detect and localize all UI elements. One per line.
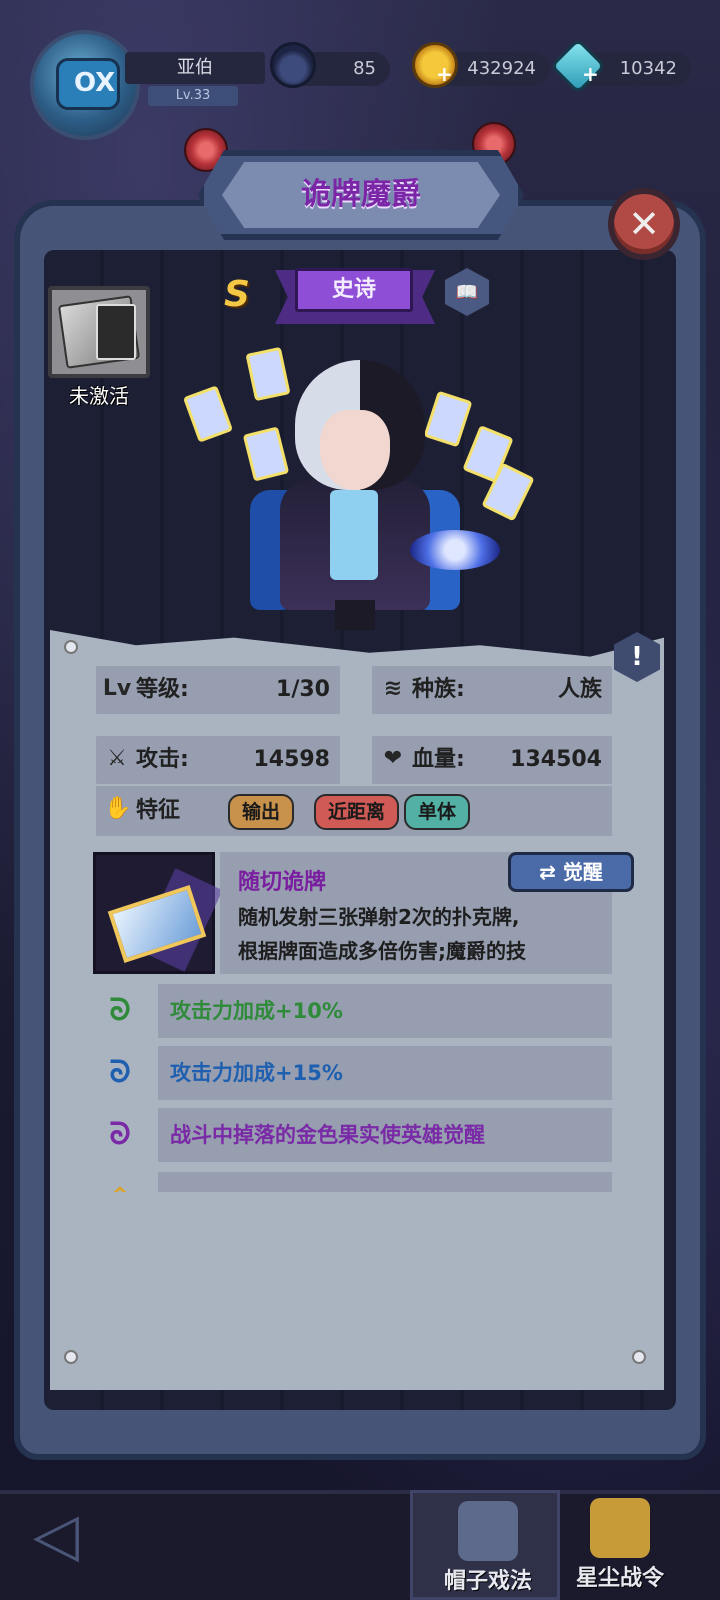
close-icon: ✕ — [628, 202, 660, 246]
skill-name: 随切诡牌 — [238, 870, 327, 895]
magic-hat — [410, 530, 500, 570]
add-gold-icon[interactable]: + — [436, 62, 453, 86]
equipment-slot[interactable] — [48, 286, 150, 378]
hero-name: 诡牌魔爵 — [301, 177, 421, 212]
book-icon: 📖 — [455, 281, 479, 303]
player-name: 亚伯 — [125, 52, 265, 84]
stat-level: Lv 等级: 1/30 — [96, 666, 340, 714]
stat-race: ≋ 种族: 人族 — [372, 666, 612, 714]
hero-face — [320, 410, 390, 490]
tab-hat-trick[interactable]: 帽子戏法 — [410, 1490, 560, 1600]
card-icon — [96, 304, 136, 360]
stat-attack: ⚔ 攻击: 14598 — [96, 736, 340, 784]
skill-icon[interactable] — [93, 852, 223, 974]
stat-attack-label: 攻击: — [136, 747, 189, 772]
rarity-label: 史诗 — [295, 268, 413, 312]
back-arrow-icon[interactable]: ◁ — [20, 1500, 92, 1580]
bonus-row: 攻击力加成+10% — [158, 984, 612, 1038]
skill-desc-line: 随机发射三张弹射2次的扑克牌, — [238, 905, 520, 929]
stardust-pass-icon — [590, 1498, 650, 1558]
trait-tag[interactable]: 近距离 — [314, 794, 400, 830]
traits-row: ✋ 特征 输出 近距离 单体 — [96, 786, 612, 836]
exclamation-icon: ! — [631, 642, 643, 672]
avatar-text: OX — [74, 68, 116, 98]
grade-badge: S — [224, 274, 250, 315]
stat-attack-value: 14598 — [253, 747, 330, 772]
swirl-icon-purple: ᘐ — [109, 1117, 131, 1152]
swap-icon: ⇄ — [539, 860, 563, 884]
floating-card — [245, 346, 291, 402]
tab-hat-trick-label: 帽子戏法 — [443, 1569, 532, 1594]
stat-race-label: 种族: — [412, 677, 465, 702]
bonus-row-partial — [158, 1172, 612, 1192]
player-level: Lv.33 — [148, 86, 238, 106]
trait-tag[interactable]: 单体 — [404, 794, 471, 830]
hat-icon — [270, 42, 316, 88]
panel-bolt — [64, 640, 78, 654]
traits-label: 特征 — [136, 798, 181, 823]
stat-hp: ❤ 血量: 134504 — [372, 736, 612, 784]
awaken-button[interactable]: ⇄ 觉醒 — [508, 852, 634, 892]
attack-icon: ⚔ — [107, 746, 127, 771]
panel-bolt — [64, 1350, 78, 1364]
bonus-row: 战斗中掉落的金色果实使英雄觉醒 — [158, 1108, 612, 1162]
level-icon: Lv — [102, 676, 132, 701]
panel-bolt — [632, 1350, 646, 1364]
hero-legs — [335, 600, 375, 630]
stat-race-value: 人族 — [557, 677, 602, 702]
floating-card — [182, 385, 234, 443]
hat-trick-icon — [458, 1501, 518, 1561]
equipment-status: 未激活 — [69, 384, 129, 408]
claw-icon: ✋ — [104, 796, 132, 821]
skill-desc-line: 根据牌面造成多倍伤害;魔爵的技 — [238, 939, 526, 963]
player-avatar[interactable]: OX — [30, 30, 140, 140]
top-bar: OX 亚伯 Lv.33 85 432924 + 10342 + — [0, 0, 720, 140]
heart-icon: ❤ — [383, 746, 403, 771]
bonus-row: 攻击力加成+15% — [158, 1046, 612, 1100]
crown-icon-gold: ⌂ — [100, 1168, 140, 1192]
floating-card — [423, 390, 473, 448]
race-icon: ≋ — [383, 676, 403, 701]
stat-level-value: 1/30 — [276, 677, 330, 702]
skill-description: 随机发射三张弹射2次的扑克牌, 根据牌面造成多倍伤害;魔爵的技 — [238, 900, 608, 970]
hero-vest — [330, 490, 378, 580]
add-gem-icon[interactable]: + — [582, 62, 599, 86]
tab-stardust-pass-label: 星尘战令 — [575, 1566, 664, 1591]
hero-portrait — [180, 340, 535, 640]
floating-card — [242, 426, 290, 482]
stat-hp-value: 134504 — [510, 747, 602, 772]
swirl-icon-green: ᘐ — [109, 993, 131, 1028]
stat-level-label: 等级: — [136, 677, 189, 702]
awaken-label: 觉醒 — [562, 860, 603, 884]
swirl-icon-blue: ᘐ — [109, 1055, 131, 1090]
stat-hp-label: 血量: — [412, 747, 465, 772]
tab-stardust-pass[interactable]: 星尘战令 — [545, 1490, 695, 1600]
close-button[interactable]: ✕ — [608, 188, 680, 260]
trait-tag[interactable]: 输出 — [228, 794, 295, 830]
